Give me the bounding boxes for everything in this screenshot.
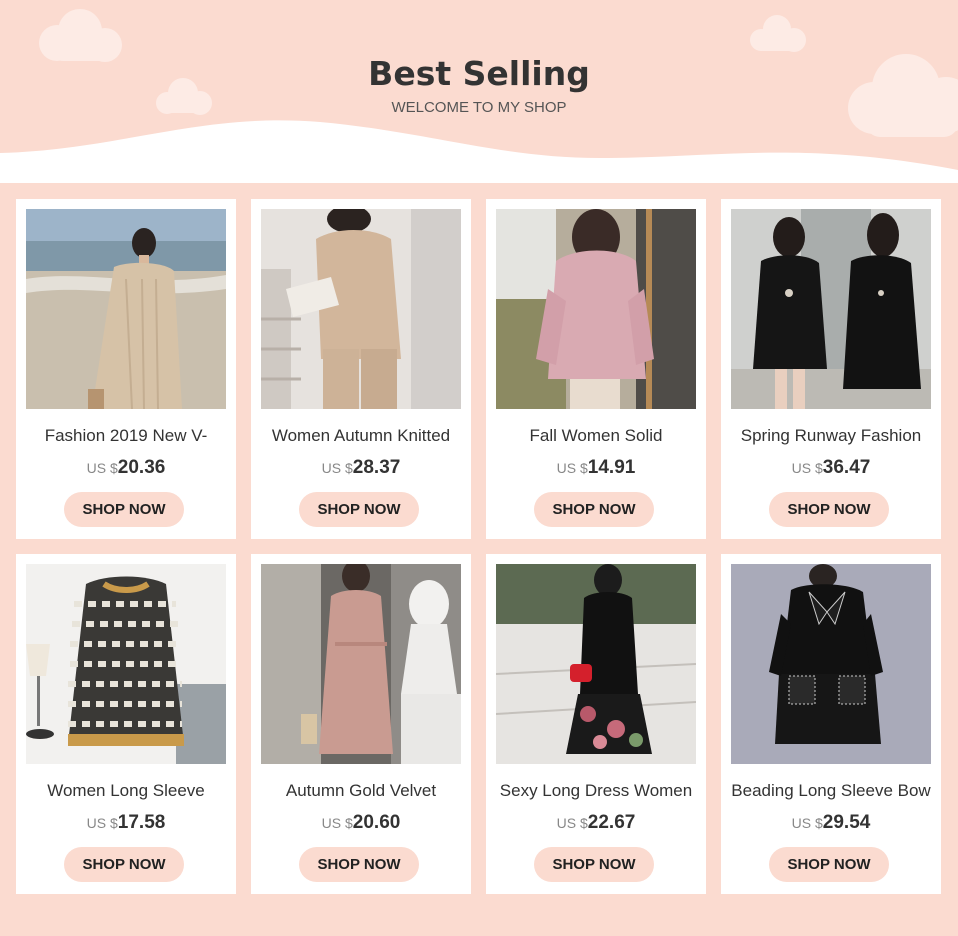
shop-now-button[interactable]: SHOP NOW (299, 492, 419, 527)
product-card[interactable]: Women Long Sleeve US $17.58 SHOP NOW (16, 554, 236, 894)
price-currency: US $ (321, 460, 353, 476)
shop-now-button[interactable]: SHOP NOW (769, 492, 889, 527)
product-price: US $29.54 (721, 812, 941, 834)
product-image[interactable] (731, 209, 931, 409)
product-card[interactable]: Spring Runway Fashion US $36.47 SHOP NOW (721, 199, 941, 539)
product-card[interactable]: Fall Women Solid US $14.91 SHOP NOW (486, 199, 706, 539)
product-price: US $17.58 (16, 812, 236, 834)
price-currency: US $ (556, 815, 588, 831)
product-image[interactable] (496, 564, 696, 764)
price-amount: 20.60 (352, 812, 401, 833)
product-price: US $28.37 (251, 457, 471, 479)
price-amount: 36.47 (822, 457, 871, 478)
product-name[interactable]: Fashion 2019 New V- (16, 426, 236, 446)
price-amount: 14.91 (587, 457, 636, 478)
product-image[interactable] (731, 564, 931, 764)
product-card[interactable]: Beading Long Sleeve Bow US $29.54 SHOP N… (721, 554, 941, 894)
product-image[interactable] (26, 564, 226, 764)
price-amount: 22.67 (587, 812, 636, 833)
price-amount: 28.37 (352, 457, 401, 478)
price-currency: US $ (86, 815, 118, 831)
product-name[interactable]: Spring Runway Fashion (721, 426, 941, 446)
product-price: US $14.91 (486, 457, 706, 479)
product-price: US $22.67 (486, 812, 706, 834)
product-card[interactable]: Women Autumn Knitted US $28.37 SHOP NOW (251, 199, 471, 539)
price-currency: US $ (556, 460, 588, 476)
product-grid: Fashion 2019 New V- US $20.36 SHOP NOW W… (0, 0, 958, 936)
product-card[interactable]: Fashion 2019 New V- US $20.36 SHOP NOW (16, 199, 236, 539)
price-currency: US $ (86, 460, 118, 476)
shop-now-button[interactable]: SHOP NOW (534, 847, 654, 882)
shop-now-button[interactable]: SHOP NOW (64, 847, 184, 882)
product-price: US $20.60 (251, 812, 471, 834)
product-name[interactable]: Women Autumn Knitted (251, 426, 471, 446)
price-amount: 17.58 (117, 812, 166, 833)
product-image[interactable] (26, 209, 226, 409)
shop-now-button[interactable]: SHOP NOW (299, 847, 419, 882)
price-amount: 20.36 (117, 457, 166, 478)
price-currency: US $ (791, 815, 823, 831)
price-currency: US $ (791, 460, 823, 476)
product-name[interactable]: Autumn Gold Velvet (251, 781, 471, 801)
product-image[interactable] (261, 209, 461, 409)
product-image[interactable] (496, 209, 696, 409)
product-name[interactable]: Women Long Sleeve (16, 781, 236, 801)
shop-now-button[interactable]: SHOP NOW (64, 492, 184, 527)
product-name[interactable]: Sexy Long Dress Women (486, 781, 706, 801)
product-name[interactable]: Beading Long Sleeve Bow (721, 781, 941, 801)
product-name[interactable]: Fall Women Solid (486, 426, 706, 446)
price-currency: US $ (321, 815, 353, 831)
product-image[interactable] (261, 564, 461, 764)
product-price: US $20.36 (16, 457, 236, 479)
shop-now-button[interactable]: SHOP NOW (769, 847, 889, 882)
product-card[interactable]: Sexy Long Dress Women US $22.67 SHOP NOW (486, 554, 706, 894)
shop-now-button[interactable]: SHOP NOW (534, 492, 654, 527)
product-price: US $36.47 (721, 457, 941, 479)
product-card[interactable]: Autumn Gold Velvet US $20.60 SHOP NOW (251, 554, 471, 894)
price-amount: 29.54 (822, 812, 871, 833)
